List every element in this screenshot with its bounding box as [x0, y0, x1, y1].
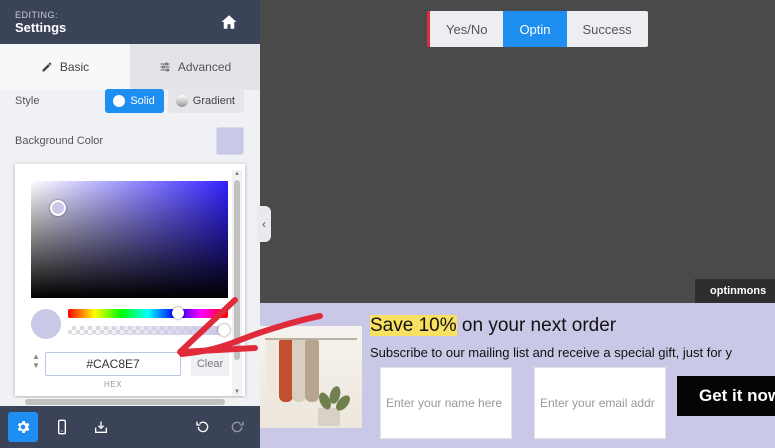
- brand-label: optinmons: [710, 285, 767, 297]
- vertical-scroll-thumb[interactable]: [234, 180, 240, 360]
- garment: [305, 340, 319, 402]
- garment: [279, 340, 293, 402]
- plant-pot: [318, 408, 340, 426]
- saturation-handle[interactable]: [50, 200, 66, 216]
- clothing-rack-image[interactable]: [260, 326, 362, 428]
- format-stepper[interactable]: ▲ ▼: [31, 352, 41, 372]
- hue-slider[interactable]: [68, 307, 228, 319]
- sliders-icon: [160, 62, 170, 72]
- save-template-button[interactable]: [86, 412, 116, 442]
- color-picker: ▲ ▼ HEX Clear: [15, 164, 245, 396]
- settings-button[interactable]: [8, 412, 38, 442]
- panel-title: Settings: [15, 20, 67, 35]
- settings-panel: EDITING: Settings Basic Advanced Style S…: [0, 0, 260, 448]
- brand-badge: optinmons: [695, 279, 775, 303]
- collapse-panel-button[interactable]: ‹: [257, 206, 271, 242]
- style-gradient-label: Gradient: [192, 95, 235, 107]
- background-color-swatch[interactable]: [216, 127, 244, 155]
- optin-headline[interactable]: Save 10% on your next order: [370, 315, 616, 337]
- style-toggle: Solid Gradient: [105, 89, 244, 113]
- tab-optin[interactable]: Optin: [503, 11, 567, 47]
- optin-bar[interactable]: Save 10% on your next order Subscribe to…: [260, 303, 775, 448]
- chevron-left-icon: ‹: [262, 217, 266, 231]
- optin-subtext[interactable]: Subscribe to our mailing list and receiv…: [370, 345, 732, 360]
- hex-input[interactable]: [45, 352, 181, 376]
- tab-yes-no[interactable]: Yes/No: [430, 11, 503, 47]
- name-input[interactable]: Enter your name here: [380, 367, 512, 439]
- saturation-area[interactable]: [31, 181, 228, 298]
- color-preview: [31, 309, 61, 339]
- style-solid-label: Solid: [130, 95, 155, 107]
- clear-button[interactable]: Clear: [191, 352, 229, 376]
- view-tabs: Yes/No Optin Success: [427, 11, 648, 47]
- garment: [292, 340, 306, 402]
- style-row: Style Solid Gradient: [15, 89, 244, 113]
- history-actions: [192, 412, 248, 442]
- gear-icon: [17, 421, 30, 433]
- redo-button[interactable]: [226, 412, 248, 442]
- horizontal-scrollbar[interactable]: [15, 398, 245, 406]
- solid-circle-icon: [113, 95, 126, 107]
- background-color-label: Background Color: [15, 135, 104, 147]
- alpha-slider[interactable]: [68, 324, 230, 336]
- alpha-handle[interactable]: [218, 324, 230, 336]
- undo-button[interactable]: [192, 412, 214, 442]
- gradient-circle-icon: [175, 95, 188, 107]
- garment: [266, 340, 280, 402]
- panel-tabs: Basic Advanced: [0, 44, 260, 90]
- undo-icon: [196, 421, 209, 433]
- mobile-preview-button[interactable]: [47, 412, 77, 442]
- alpha-gradient: [68, 326, 228, 335]
- home-icon[interactable]: [220, 13, 238, 31]
- tab-success[interactable]: Success: [567, 11, 648, 47]
- headline-highlight: Save 10%: [370, 315, 457, 336]
- download-icon: [95, 421, 107, 433]
- horizontal-scroll-thumb[interactable]: [25, 399, 225, 405]
- style-label: Style: [15, 95, 40, 107]
- chevron-up-icon[interactable]: ▲: [31, 352, 41, 361]
- style-gradient-button[interactable]: Gradient: [167, 89, 244, 113]
- tab-advanced[interactable]: Advanced: [130, 44, 260, 90]
- redo-icon: [231, 421, 244, 433]
- get-it-now-button[interactable]: Get it now: [677, 376, 775, 416]
- pencil-icon: [42, 62, 52, 72]
- scroll-down-icon[interactable]: ▼: [234, 389, 240, 395]
- scroll-up-icon[interactable]: ▲: [234, 171, 240, 177]
- tab-advanced-label: Advanced: [177, 60, 232, 74]
- panel-footer: [0, 406, 260, 448]
- hue-handle[interactable]: [172, 307, 185, 319]
- chevron-down-icon[interactable]: ▼: [31, 361, 41, 370]
- panel-header: EDITING: Settings: [0, 0, 260, 44]
- hex-label: HEX: [104, 380, 122, 389]
- mobile-icon: [58, 419, 66, 435]
- editing-label: EDITING:: [15, 10, 59, 20]
- email-input[interactable]: Enter your email addr: [534, 367, 666, 439]
- tab-basic[interactable]: Basic: [0, 44, 130, 90]
- background-color-row: Background Color: [15, 127, 244, 155]
- tab-basic-label: Basic: [59, 60, 90, 74]
- style-solid-button[interactable]: Solid: [105, 89, 164, 113]
- vertical-scrollbar[interactable]: ▲ ▼: [232, 170, 242, 396]
- headline-rest: on your next order: [456, 315, 617, 336]
